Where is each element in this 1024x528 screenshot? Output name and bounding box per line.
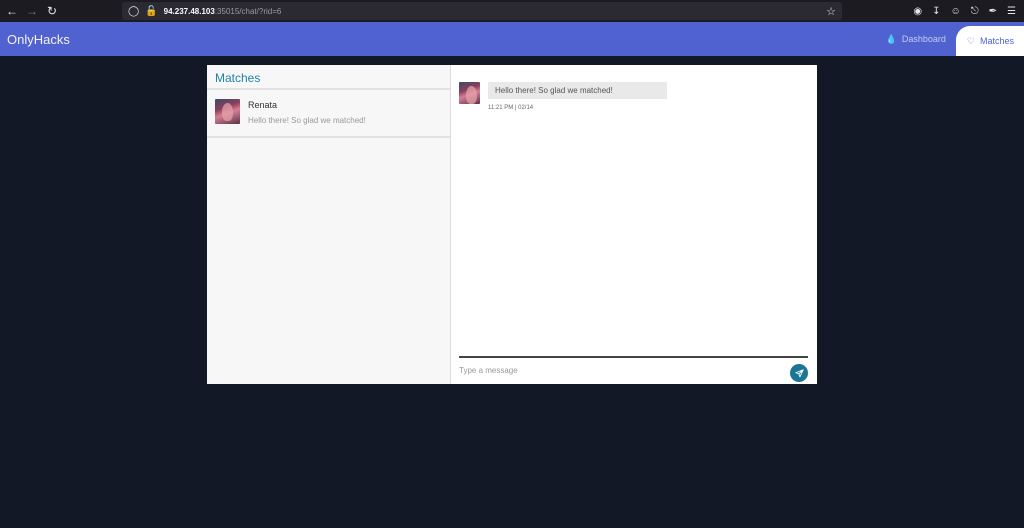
matches-title: Matches bbox=[207, 65, 450, 90]
nav-matches-label: Matches bbox=[979, 36, 1014, 46]
matches-panel: Matches Renata Hello there! So glad we m… bbox=[207, 65, 451, 384]
nav-dashboard[interactable]: 💧 Dashboard bbox=[876, 34, 956, 45]
url-text: 94.237.48.103:35015/chat/?rid=6 bbox=[164, 7, 282, 16]
message-bubble: Hello there! So glad we matched! bbox=[488, 82, 667, 99]
browser-tools: ◉ ↧ ☺ ⎋ ✒ ☰ bbox=[913, 6, 1016, 17]
message-input[interactable] bbox=[459, 366, 759, 375]
nav-matches[interactable]: ♡ Matches bbox=[955, 26, 1024, 56]
forward-icon[interactable]: → bbox=[22, 0, 42, 22]
menu-icon[interactable]: ☰ bbox=[1007, 6, 1016, 17]
chat-message: Hello there! So glad we matched! 11:21 P… bbox=[459, 82, 667, 111]
pocket-icon[interactable]: ◉ bbox=[913, 6, 922, 17]
chat-container: Matches Renata Hello there! So glad we m… bbox=[207, 65, 817, 384]
flame-icon: 💧 bbox=[885, 33, 897, 44]
extensions-icon[interactable]: ⎋ bbox=[971, 6, 979, 17]
download-icon[interactable]: ↧ bbox=[932, 6, 940, 17]
account-icon[interactable]: ☺ bbox=[951, 6, 961, 17]
insecure-lock-icon: 🔓 bbox=[145, 5, 158, 17]
send-button[interactable] bbox=[790, 364, 808, 382]
match-preview: Hello there! So glad we matched! bbox=[248, 116, 366, 125]
message-composer bbox=[459, 356, 808, 384]
main-nav: 💧 Dashboard ♡ Matches bbox=[876, 22, 1024, 56]
back-icon[interactable]: ← bbox=[2, 0, 22, 22]
app-header: OnlyHacks 💧 Dashboard ♡ Matches bbox=[0, 22, 1024, 56]
pen-icon[interactable]: ✒ bbox=[989, 6, 997, 17]
avatar bbox=[215, 99, 240, 124]
browser-toolbar: ← → ↻ ◯ 🔓 94.237.48.103:35015/chat/?rid=… bbox=[0, 0, 1024, 22]
url-path: :35015/chat/?rid=6 bbox=[214, 6, 282, 16]
brand-logo[interactable]: OnlyHacks bbox=[7, 32, 70, 47]
chat-panel: Hello there! So glad we matched! 11:21 P… bbox=[451, 65, 817, 384]
avatar bbox=[459, 82, 480, 104]
match-list-item[interactable]: Renata Hello there! So glad we matched! bbox=[207, 90, 450, 138]
shield-icon: ◯ bbox=[128, 5, 140, 17]
address-bar[interactable]: ◯ 🔓 94.237.48.103:35015/chat/?rid=6 ☆ bbox=[122, 2, 842, 20]
heart-icon: ♡ bbox=[966, 35, 975, 46]
bookmark-star-icon[interactable]: ☆ bbox=[826, 5, 836, 18]
match-name: Renata bbox=[248, 100, 278, 110]
message-timestamp: 11:21 PM | 02/14 bbox=[488, 105, 534, 111]
reload-icon[interactable]: ↻ bbox=[42, 0, 62, 22]
url-host: 94.237.48.103 bbox=[163, 6, 215, 16]
send-icon bbox=[794, 368, 804, 377]
nav-dashboard-label: Dashboard bbox=[901, 34, 946, 44]
